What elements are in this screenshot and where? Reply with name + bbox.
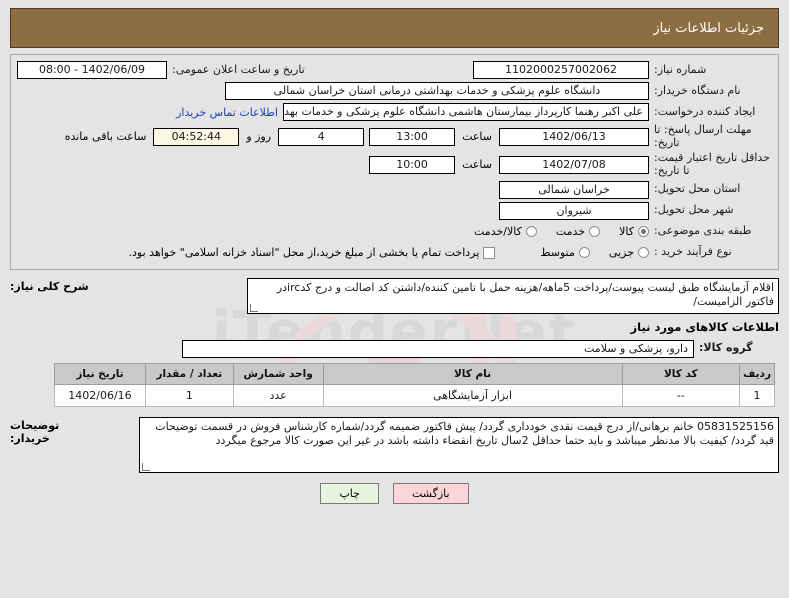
category-option-khedmat-label: خدمت — [555, 225, 586, 239]
row-need-number: شماره نیاز: 1102000257002062 تاریخ و ساع… — [17, 61, 772, 79]
province-label: استان محل تحویل: — [654, 182, 741, 196]
category-option-kala-khedmat-label: کالا/خدمت — [474, 225, 522, 239]
radio-icon-kala[interactable] — [638, 226, 649, 238]
city-field[interactable]: شیروان — [499, 201, 649, 220]
response-deadline-time-field[interactable]: 13:00 — [369, 127, 456, 146]
treasury-bonds-label: پرداخت تمام یا بخشی از مبلغ خرید،از محل … — [128, 246, 480, 260]
response-deadline-time-label: ساعت — [462, 130, 492, 144]
cell-date: 1402/06/16 — [54, 383, 146, 407]
buyer-notes-label: توضیحات خریدار: — [10, 418, 60, 445]
checkbox-icon-treasury-bonds[interactable] — [483, 246, 496, 259]
process-option-motavaset-label: متوسط — [540, 246, 575, 260]
cell-qty: 1 — [144, 383, 234, 407]
goods-group-field[interactable]: دارو، پزشکی و سلامت — [182, 339, 694, 358]
announce-date-label: تاریخ و ساعت اعلان عمومی: — [172, 62, 305, 76]
column-header-qty: تعداد / مقدار — [144, 362, 234, 385]
remaining-time-label: ساعت باقی مانده — [64, 130, 147, 144]
row-response-deadline: مهلت ارسال پاسخ: تا تاریخ: 1402/06/13 سا… — [17, 123, 772, 149]
radio-icon-jozii[interactable] — [638, 247, 649, 259]
need-details-panel: شماره نیاز: 1102000257002062 تاریخ و ساع… — [10, 54, 779, 270]
remaining-days-field: 4 — [278, 127, 365, 146]
print-button[interactable]: چاپ — [320, 482, 379, 504]
cell-unit: عدد — [232, 383, 324, 407]
row-process-type: نوع فرآیند خرید : جزیی متوسط پرداخت تمام… — [17, 244, 772, 262]
items-table: ردیف کد کالا نام کالا واحد شمارش تعداد /… — [54, 362, 775, 407]
need-number-label: شماره نیاز: — [654, 62, 707, 76]
footer-actions: بازگشت چاپ — [0, 482, 789, 504]
process-option-jozii-label: جزیی — [608, 246, 634, 260]
items-table-wrapper: ردیف کد کالا نام کالا واحد شمارش تعداد /… — [10, 361, 779, 411]
price-validity-time-field[interactable]: 10:00 — [369, 155, 456, 174]
process-option-motavaset[interactable]: متوسط — [540, 246, 590, 259]
creator-field[interactable]: علی اکبر رهنما کارپرداز بیمارستان هاشمی … — [283, 103, 649, 121]
description-label: شرح کلی نیاز: — [10, 279, 89, 293]
column-header-code: کد کالا — [621, 362, 741, 385]
process-option-jozii[interactable]: جزیی — [609, 246, 649, 259]
table-row[interactable]: 1 -- ابزار آزمایشگاهی عدد 1 1402/06/16 — [54, 383, 775, 407]
radio-icon-khedmat[interactable] — [589, 226, 601, 238]
need-number-field[interactable]: 1102000257002062 — [473, 61, 649, 79]
category-option-kala-khedmat[interactable]: کالا/خدمت — [474, 225, 537, 238]
row-price-validity: حداقل تاریخ اعتبار قیمت: تا تاریخ: 1402/… — [17, 151, 772, 177]
price-validity-label: حداقل تاریخ اعتبار قیمت: تا تاریخ: — [654, 151, 770, 177]
province-field[interactable]: خراسان شمالی — [499, 180, 649, 199]
window-title-bar: جزئیات اطلاعات نیاز — [10, 8, 779, 48]
goods-group-label: گروه کالا: — [699, 341, 753, 355]
row-category: طبقه بندی موضوعی: کالا خدمت کالا/خدمت — [17, 223, 772, 241]
cell-name: ابزار آزمایشگاهی — [322, 383, 623, 407]
description-textarea[interactable]: اقلام آزمایشگاه طبق لیست پیوست/پرداخت 5م… — [247, 277, 779, 314]
buyer-contact-link[interactable]: اطلاعات تماس خریدار — [176, 106, 278, 119]
category-option-kala[interactable]: کالا — [619, 225, 649, 238]
remaining-clock-field: 04:52:44 — [153, 127, 240, 146]
price-validity-date-field[interactable]: 1402/07/08 — [499, 155, 649, 174]
category-option-khedmat[interactable]: خدمت — [555, 225, 601, 239]
cell-radif: 1 — [739, 383, 775, 407]
row-province: استان محل تحویل: خراسان شمالی — [17, 180, 772, 199]
price-validity-time-label: ساعت — [462, 158, 492, 172]
row-buyer-notes: 05831525156 خانم برهانی/از درج قیمت نقدی… — [10, 416, 779, 473]
radio-icon-motavaset[interactable] — [578, 247, 590, 259]
column-header-name: نام کالا — [322, 362, 623, 385]
category-option-kala-label: کالا — [619, 225, 634, 239]
row-city: شهر محل تحویل: شیروان — [17, 201, 772, 220]
category-label: طبقه بندی موضوعی: — [654, 224, 752, 238]
creator-label: ایجاد کننده درخواست: — [654, 104, 756, 118]
column-header-radif: ردیف — [739, 362, 775, 385]
cell-code: -- — [621, 383, 741, 407]
buyer-org-label: نام دستگاه خریدار: — [654, 83, 741, 97]
goods-section-heading: اطلاعات کالاهای مورد نیاز — [630, 319, 779, 334]
row-description: اقلام آزمایشگاه طبق لیست پیوست/پرداخت 5م… — [10, 277, 779, 314]
row-goods-group: گروه کالا: دارو، پزشکی و سلامت — [10, 339, 779, 358]
buyer-notes-textarea[interactable]: 05831525156 خانم برهانی/از درج قیمت نقدی… — [139, 416, 779, 473]
response-deadline-label: مهلت ارسال پاسخ: تا تاریخ: — [654, 123, 752, 149]
process-type-label: نوع فرآیند خرید : — [654, 245, 732, 259]
buyer-org-field[interactable]: دانشگاه علوم پزشکی و خدمات بهداشتی درمان… — [225, 82, 649, 100]
row-buyer-org: نام دستگاه خریدار: دانشگاه علوم پزشکی و … — [17, 82, 772, 100]
remaining-days-label: روز و — [246, 130, 272, 144]
response-deadline-date-field[interactable]: 1402/06/13 — [499, 127, 649, 146]
radio-icon-kala-khedmat[interactable] — [525, 226, 537, 238]
page-root: iTenderNet جزئیات اطلاعات نیاز شماره نیا… — [0, 0, 789, 598]
city-label: شهر محل تحویل: — [654, 203, 734, 217]
treasury-bonds-checkbox-group[interactable]: پرداخت تمام یا بخشی از مبلغ خرید،از محل … — [129, 246, 496, 259]
table-header-row: ردیف کد کالا نام کالا واحد شمارش تعداد /… — [54, 362, 775, 385]
column-header-unit: واحد شمارش — [232, 362, 324, 385]
column-header-date: تاریخ نیاز — [54, 362, 146, 385]
page-title: جزئیات اطلاعات نیاز — [653, 20, 764, 36]
back-button[interactable]: بازگشت — [392, 482, 469, 504]
row-creator: ایجاد کننده درخواست: علی اکبر رهنما کارپ… — [17, 103, 772, 121]
announce-date-field[interactable]: 08:00 - 1402/06/09 — [17, 61, 167, 79]
